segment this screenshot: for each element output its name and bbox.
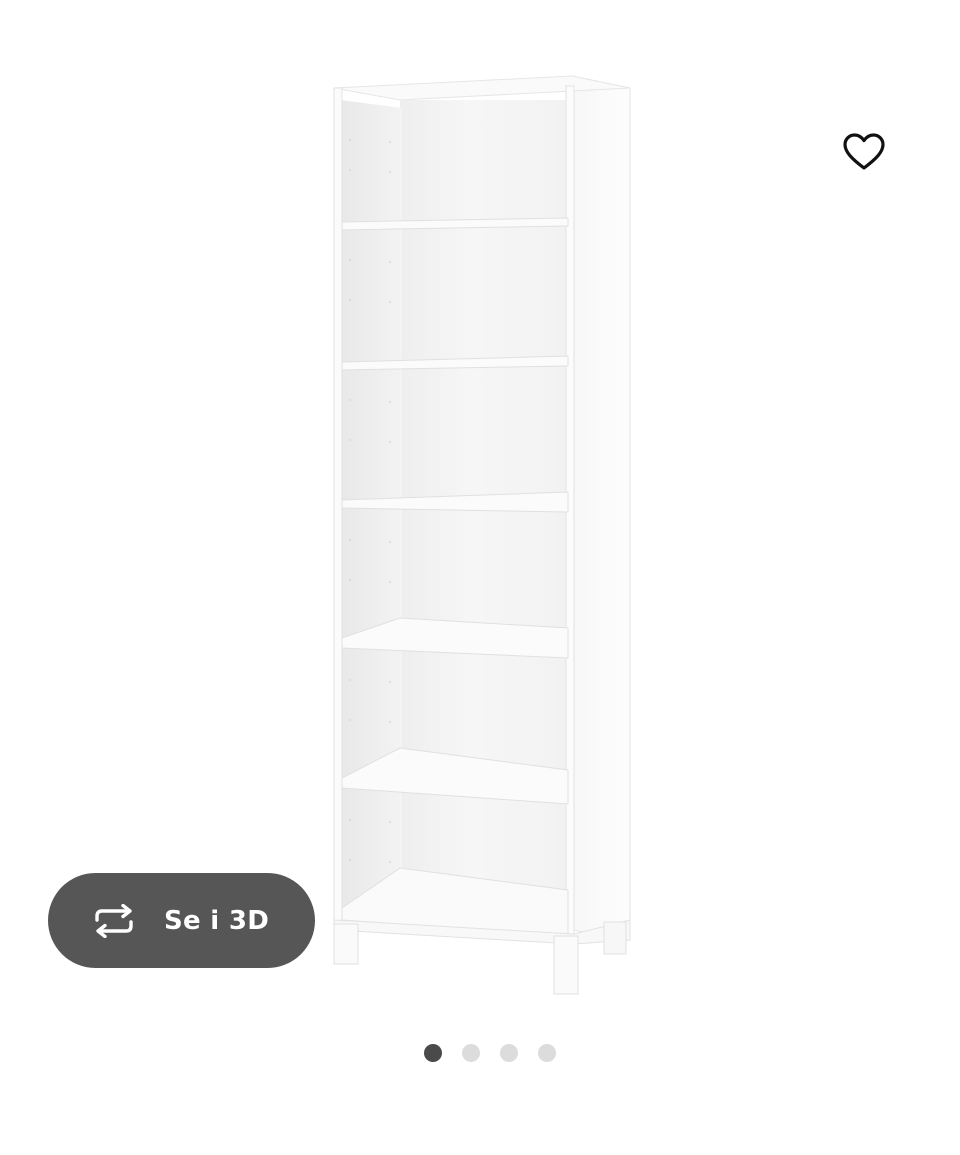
carousel-dot-1[interactable] xyxy=(424,1044,442,1062)
carousel-pagination xyxy=(0,1044,960,1064)
rotate-3d-icon xyxy=(88,901,140,941)
favorite-button[interactable] xyxy=(836,124,892,180)
view-in-3d-label: Se i 3D xyxy=(164,905,270,936)
product-gallery: Se i 3D xyxy=(0,0,960,1155)
view-in-3d-button[interactable]: Se i 3D xyxy=(48,873,315,968)
carousel-dot-2[interactable] xyxy=(462,1044,480,1062)
carousel-dot-3[interactable] xyxy=(500,1044,518,1062)
heart-outline-icon xyxy=(843,133,885,170)
carousel-dot-4[interactable] xyxy=(538,1044,556,1062)
